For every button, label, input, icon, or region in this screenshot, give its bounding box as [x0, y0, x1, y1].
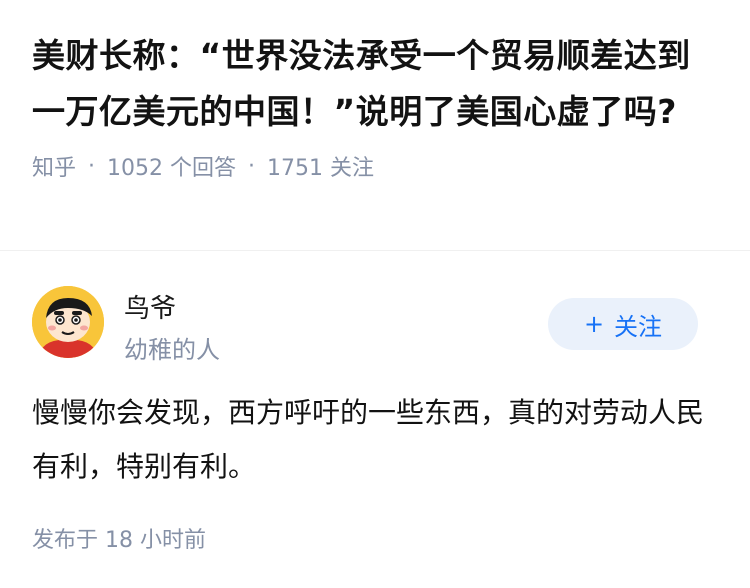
avatar[interactable] [32, 286, 104, 358]
follower-count[interactable]: 1751 关注 [267, 150, 374, 182]
author-name[interactable]: 鸟爷 [124, 288, 176, 325]
follow-label: 关注 [614, 312, 663, 341]
meta-separator: · [248, 153, 255, 179]
author-bio: 幼稚的人 [124, 336, 220, 364]
meta-separator: · [88, 153, 96, 179]
question-meta: 知乎 · 1052 个回答 · 1751 关注 [32, 150, 722, 182]
answer-count[interactable]: 1052 个回答 [107, 150, 236, 182]
source-label[interactable]: 知乎 [32, 150, 76, 182]
question-title[interactable]: 美财长称：“世界没法承受一个贸易顺差达到一万亿美元的中国！”说明了美国心虚了吗? [32, 28, 722, 140]
answer-timestamp: 发布于 18 小时前 [32, 528, 206, 553]
plus-icon: + [583, 310, 605, 338]
answer-content[interactable]: 慢慢你会发现，西方呼吁的一些东西，真的对劳动人民有利，特别有利。 [32, 386, 712, 494]
section-divider [0, 250, 750, 251]
question-header: 美财长称：“世界没法承受一个贸易顺差达到一万亿美元的中国！”说明了美国心虚了吗?… [32, 28, 722, 182]
answer-author-row: 鸟爷 幼稚的人 + 关注 [32, 286, 698, 366]
crayon-shinchan-avatar-icon [32, 286, 104, 358]
follow-button[interactable]: + 关注 [548, 298, 698, 350]
